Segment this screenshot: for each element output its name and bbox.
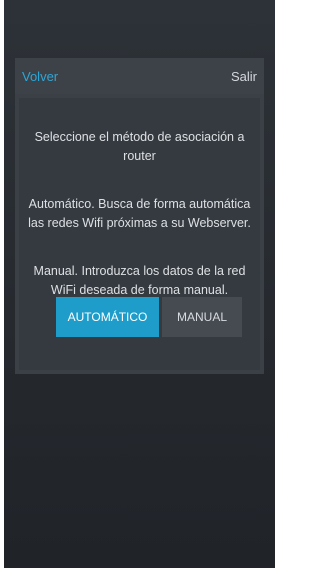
automatic-description: Automático. Busca de forma automática la…: [28, 197, 251, 230]
intro-text: Seleccione el método de asociación a rou…: [34, 130, 245, 163]
manual-button[interactable]: MANUAL: [162, 297, 242, 337]
automatic-button[interactable]: AUTOMÁTICO: [56, 297, 159, 337]
dialog-body: Seleccione el método de asociación a rou…: [19, 98, 260, 370]
manual-description: Manual. Introduzca los datos de la red W…: [33, 264, 246, 297]
dialog-header: Volver Salir: [15, 58, 264, 94]
exit-button[interactable]: Salir: [231, 69, 257, 84]
back-button[interactable]: Volver: [22, 69, 58, 84]
association-method-dialog: Volver Salir Seleccione el método de aso…: [15, 58, 264, 374]
app-screen: Volver Salir Seleccione el método de aso…: [4, 0, 275, 568]
